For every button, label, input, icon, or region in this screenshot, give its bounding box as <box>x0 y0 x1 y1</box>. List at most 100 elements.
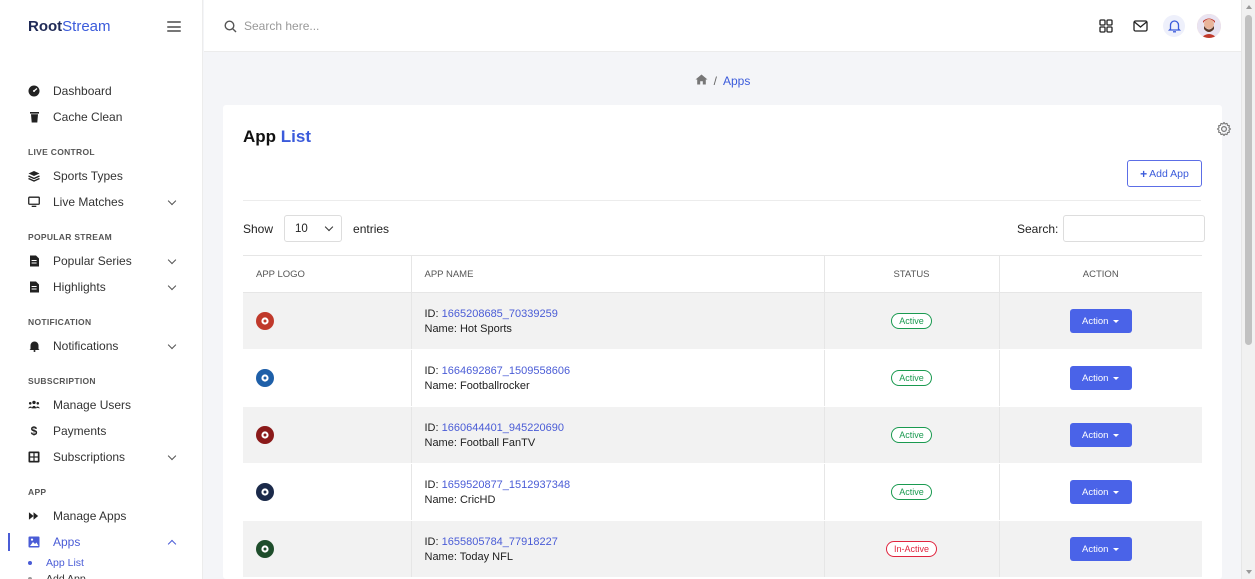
scroll-up-icon[interactable] <box>1246 5 1252 9</box>
table-row: ID: 1664692867_1509558606 Name: Footballr… <box>243 349 1202 407</box>
entries-control: Show 10 entries <box>243 215 389 242</box>
add-app-button[interactable]: + Add App <box>1127 160 1202 187</box>
cell-app-logo <box>243 292 411 350</box>
table-row: ID: 1659520877_1512937348 Name: CricHD Act… <box>243 463 1202 521</box>
file-icon <box>28 281 40 293</box>
sidebar-item-label: Sports Types <box>53 169 123 183</box>
cell-app-logo <box>243 520 411 578</box>
sidebar-item-manage-apps[interactable]: Manage Apps <box>0 503 202 529</box>
cell-action: Action <box>998 292 1202 350</box>
sidebar-item-label: Manage Users <box>53 398 132 412</box>
sidebar-item-cache-clean[interactable]: Cache Clean <box>0 104 202 130</box>
action-dropdown-button[interactable]: Action <box>1069 309 1132 333</box>
app-id: ID: 1655805784_77918227 <box>424 535 558 548</box>
status-badge: In-Active <box>885 541 937 557</box>
search-label: Search: <box>1017 221 1059 236</box>
sidebar-item-apps[interactable]: Apps <box>0 529 202 555</box>
breadcrumb-current[interactable]: Apps <box>723 74 750 88</box>
sidebar-subitem-label: App List <box>46 557 84 569</box>
apps-grid-icon[interactable] <box>1095 15 1117 37</box>
app-name: Name: Footballrocker <box>424 379 530 392</box>
sidebar-item-label: Dashboard <box>53 84 112 98</box>
entries-select[interactable]: 10 <box>284 215 343 242</box>
cell-status: Active <box>823 406 999 464</box>
col-header-app-name[interactable]: APP NAME <box>410 255 824 293</box>
action-dropdown-button[interactable]: Action <box>1069 480 1132 504</box>
sidebar-item-subscriptions[interactable]: Subscriptions <box>0 444 202 470</box>
sidebar-item-payments[interactable]: $ Payments <box>0 418 202 444</box>
status-badge: Active <box>891 427 932 443</box>
cell-action: Action <box>998 520 1202 578</box>
cell-status: In-Active <box>823 520 999 578</box>
sidebar-subitem-add-app[interactable]: Add App <box>0 571 202 579</box>
status-badge: Active <box>891 313 932 329</box>
dollar-icon: $ <box>30 424 38 438</box>
scroll-thumb[interactable] <box>1245 15 1252 345</box>
sidebar-subitem-app-list[interactable]: App List <box>0 555 202 571</box>
cell-app-name: ID: 1660644401_945220690 Name: Football F… <box>410 406 824 464</box>
sidebar-item-notifications[interactable]: Notifications <box>0 333 202 359</box>
app-id: ID: 1664692867_1509558606 <box>424 364 571 377</box>
table-row: ID: 1655805784_77918227 Name: Today NFL In… <box>243 520 1202 578</box>
plus-icon: + <box>1140 166 1148 181</box>
action-dropdown-button[interactable]: Action <box>1069 423 1132 447</box>
status-badge: Active <box>891 484 932 500</box>
nav-section-label: NOTIFICATION <box>28 317 92 327</box>
top-search-input[interactable]: Search here... <box>244 19 319 33</box>
user-avatar[interactable] <box>1197 14 1221 38</box>
caret-down-icon <box>1113 433 1120 437</box>
trash-icon <box>28 111 40 123</box>
sidebar-item-label: Cache Clean <box>53 110 123 124</box>
desktop-icon <box>28 196 40 208</box>
topbar: Search here... <box>204 0 1241 52</box>
cell-action: Action <box>998 349 1202 407</box>
action-dropdown-button[interactable]: Action <box>1069 366 1132 390</box>
sidebar-item-highlights[interactable]: Highlights <box>0 274 202 300</box>
sidebar-item-label: Highlights <box>53 280 106 294</box>
status-badge: Active <box>891 370 932 386</box>
file-icon <box>28 255 40 267</box>
table-row: ID: 1660644401_945220690 Name: Football F… <box>243 406 1202 464</box>
chevron-down-icon <box>167 451 177 461</box>
home-icon[interactable] <box>695 74 708 88</box>
table-search-input[interactable] <box>1063 215 1206 242</box>
sidebar-item-popular-series[interactable]: Popular Series <box>0 248 202 274</box>
app-logo-icon <box>256 369 274 387</box>
dashboard-icon <box>28 85 40 97</box>
sidebar-item-label: Manage Apps <box>53 509 127 523</box>
page-scrollbar[interactable] <box>1241 0 1255 579</box>
chevron-down-icon <box>167 255 177 265</box>
sidebar-item-sports-types[interactable]: Sports Types <box>0 163 202 189</box>
col-header-app-logo[interactable]: APP LOGO <box>243 255 411 293</box>
sidebar-item-label: Live Matches <box>53 195 124 209</box>
bell-icon[interactable] <box>1163 15 1185 37</box>
cell-app-name: ID: 1655805784_77918227 Name: Today NFL <box>410 520 824 578</box>
brand-logo[interactable]: RootStream <box>28 18 111 35</box>
col-header-action[interactable]: ACTION <box>998 255 1202 293</box>
action-dropdown-button[interactable]: Action <box>1069 537 1132 561</box>
apps-table: APP LOGO APP NAME STATUS ACTION ID: 1665… <box>243 255 1202 578</box>
col-header-status[interactable]: STATUS <box>823 255 999 293</box>
app-logo-icon <box>256 483 274 501</box>
cell-app-name: ID: 1659520877_1512937348 Name: CricHD <box>410 463 824 521</box>
app-name: Name: CricHD <box>424 493 496 506</box>
sidebar-item-label: Payments <box>53 424 107 438</box>
cell-app-logo <box>243 406 411 464</box>
caret-down-icon <box>1113 319 1120 323</box>
scroll-down-icon[interactable] <box>1246 570 1252 574</box>
nav-section-label: SUBSCRIPTION <box>28 376 96 386</box>
hamburger-menu-icon[interactable] <box>167 21 181 32</box>
chevron-up-icon <box>167 539 177 549</box>
cell-app-name: ID: 1665208685_70339259 Name: Hot Sports <box>410 292 824 350</box>
topbar-actions <box>1095 14 1221 38</box>
settings-gear-icon[interactable] <box>1212 117 1236 141</box>
cell-status: Active <box>823 292 999 350</box>
app-id: ID: 1665208685_70339259 <box>424 307 558 320</box>
mail-icon[interactable] <box>1129 15 1151 37</box>
app-logo-icon <box>256 540 274 558</box>
sidebar-item-live-matches[interactable]: Live Matches <box>0 189 202 215</box>
cell-app-name: ID: 1664692867_1509558606 Name: Footballr… <box>410 349 824 407</box>
sidebar-item-dashboard[interactable]: Dashboard <box>0 78 202 104</box>
sidebar-item-manage-users[interactable]: Manage Users <box>0 392 202 418</box>
search-icon[interactable] <box>224 20 237 33</box>
